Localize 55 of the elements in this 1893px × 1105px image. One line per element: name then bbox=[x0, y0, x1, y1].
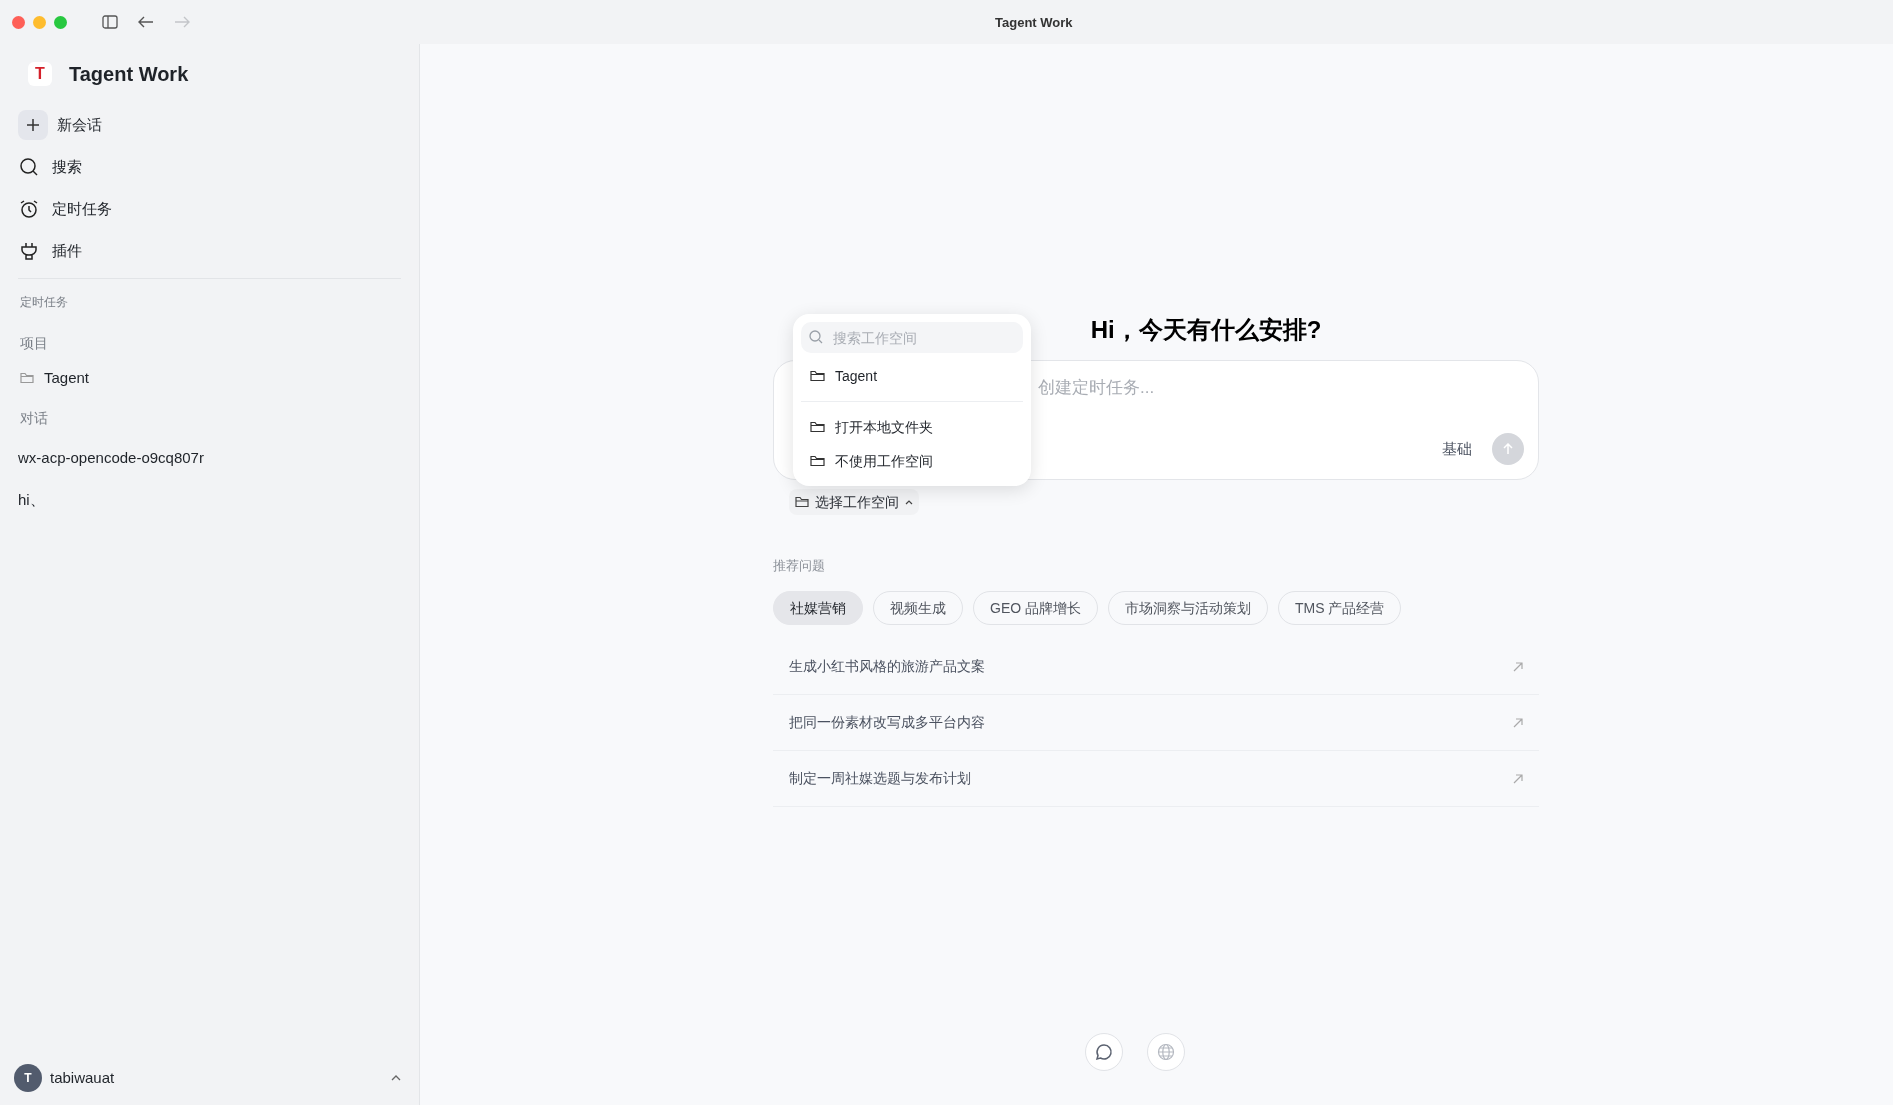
send-button[interactable] bbox=[1492, 433, 1524, 465]
arrow-up-right-icon bbox=[1513, 661, 1523, 672]
minimize-window-button[interactable] bbox=[33, 15, 46, 29]
folder-icon bbox=[810, 370, 825, 382]
section-heading: 定时任务 bbox=[20, 294, 68, 311]
app-logo: T bbox=[28, 62, 52, 86]
forward-arrow-icon[interactable] bbox=[174, 16, 190, 28]
plus-icon bbox=[18, 110, 48, 140]
nav-item[interactable]: 插件 bbox=[18, 236, 403, 266]
message-input[interactable]: 创建定时任务... bbox=[1038, 375, 1498, 401]
folder-icon bbox=[795, 496, 809, 508]
folder-icon bbox=[810, 455, 825, 467]
suggested-prompt[interactable]: 制定一周社媒选题与发布计划 bbox=[773, 751, 1539, 807]
workspace-menu-item[interactable]: 不使用工作空间 bbox=[801, 444, 1023, 478]
folder-icon bbox=[20, 372, 34, 384]
arrow-up-right-icon bbox=[1513, 773, 1523, 784]
user-avatar[interactable]: T bbox=[14, 1064, 42, 1092]
workspace-menu-item[interactable]: 打开本地文件夹 bbox=[801, 410, 1023, 444]
arrow-up-icon bbox=[1502, 443, 1514, 455]
section-heading: 对话 bbox=[20, 409, 48, 428]
suggested-prompt[interactable]: 把同一份素材改写成多平台内容 bbox=[773, 695, 1539, 751]
nav-item[interactable]: 新会话 bbox=[18, 110, 403, 140]
chat-bubble-icon bbox=[1094, 1043, 1113, 1061]
chat-button[interactable] bbox=[1084, 1033, 1123, 1071]
greeting-heading: Hi，今天有什么安排? bbox=[1090, 315, 1322, 345]
folder-icon bbox=[810, 421, 825, 433]
workspace-menu-item[interactable]: Tagent bbox=[801, 359, 1023, 393]
suggested-prompt[interactable]: 生成小红书风格的旅游产品文案 bbox=[773, 639, 1539, 695]
chevron-up-icon[interactable] bbox=[391, 1075, 401, 1081]
alarm-clock-icon bbox=[18, 198, 40, 220]
sidebar-toggle-icon[interactable] bbox=[102, 15, 118, 29]
search-icon bbox=[18, 156, 40, 178]
mode-button[interactable]: 基础 bbox=[1442, 437, 1472, 461]
plug-icon bbox=[18, 240, 40, 262]
window-title: Tagent Work bbox=[995, 14, 1073, 32]
conversation-item[interactable]: wx-acp-opencode-o9cq807r bbox=[18, 437, 204, 479]
globe-icon bbox=[1156, 1043, 1175, 1061]
workspace-button[interactable]: 选择工作空间 bbox=[789, 489, 919, 515]
category-chip[interactable]: 社媒营销 bbox=[773, 591, 863, 625]
nav-item[interactable]: 搜索 bbox=[18, 152, 403, 182]
section-heading: 项目 bbox=[20, 334, 48, 353]
nav-item[interactable]: 定时任务 bbox=[18, 194, 403, 224]
arrow-up-right-icon bbox=[1513, 717, 1523, 728]
search-icon bbox=[809, 330, 823, 344]
project-item[interactable]: Tagent bbox=[20, 366, 90, 390]
workspace-search-field[interactable]: 搜索工作空间 bbox=[801, 322, 1023, 353]
chevron-up-icon bbox=[905, 499, 913, 505]
conversation-item[interactable]: hi、 bbox=[18, 479, 45, 521]
user-name: tabiwauat bbox=[50, 1067, 115, 1088]
close-window-button[interactable] bbox=[12, 15, 25, 29]
app-name: Tagent Work bbox=[69, 62, 189, 87]
section-heading: 推荐问题 bbox=[773, 557, 825, 575]
globe-button[interactable] bbox=[1146, 1033, 1185, 1071]
maximize-window-button[interactable] bbox=[54, 15, 67, 29]
back-arrow-icon[interactable] bbox=[138, 16, 154, 28]
